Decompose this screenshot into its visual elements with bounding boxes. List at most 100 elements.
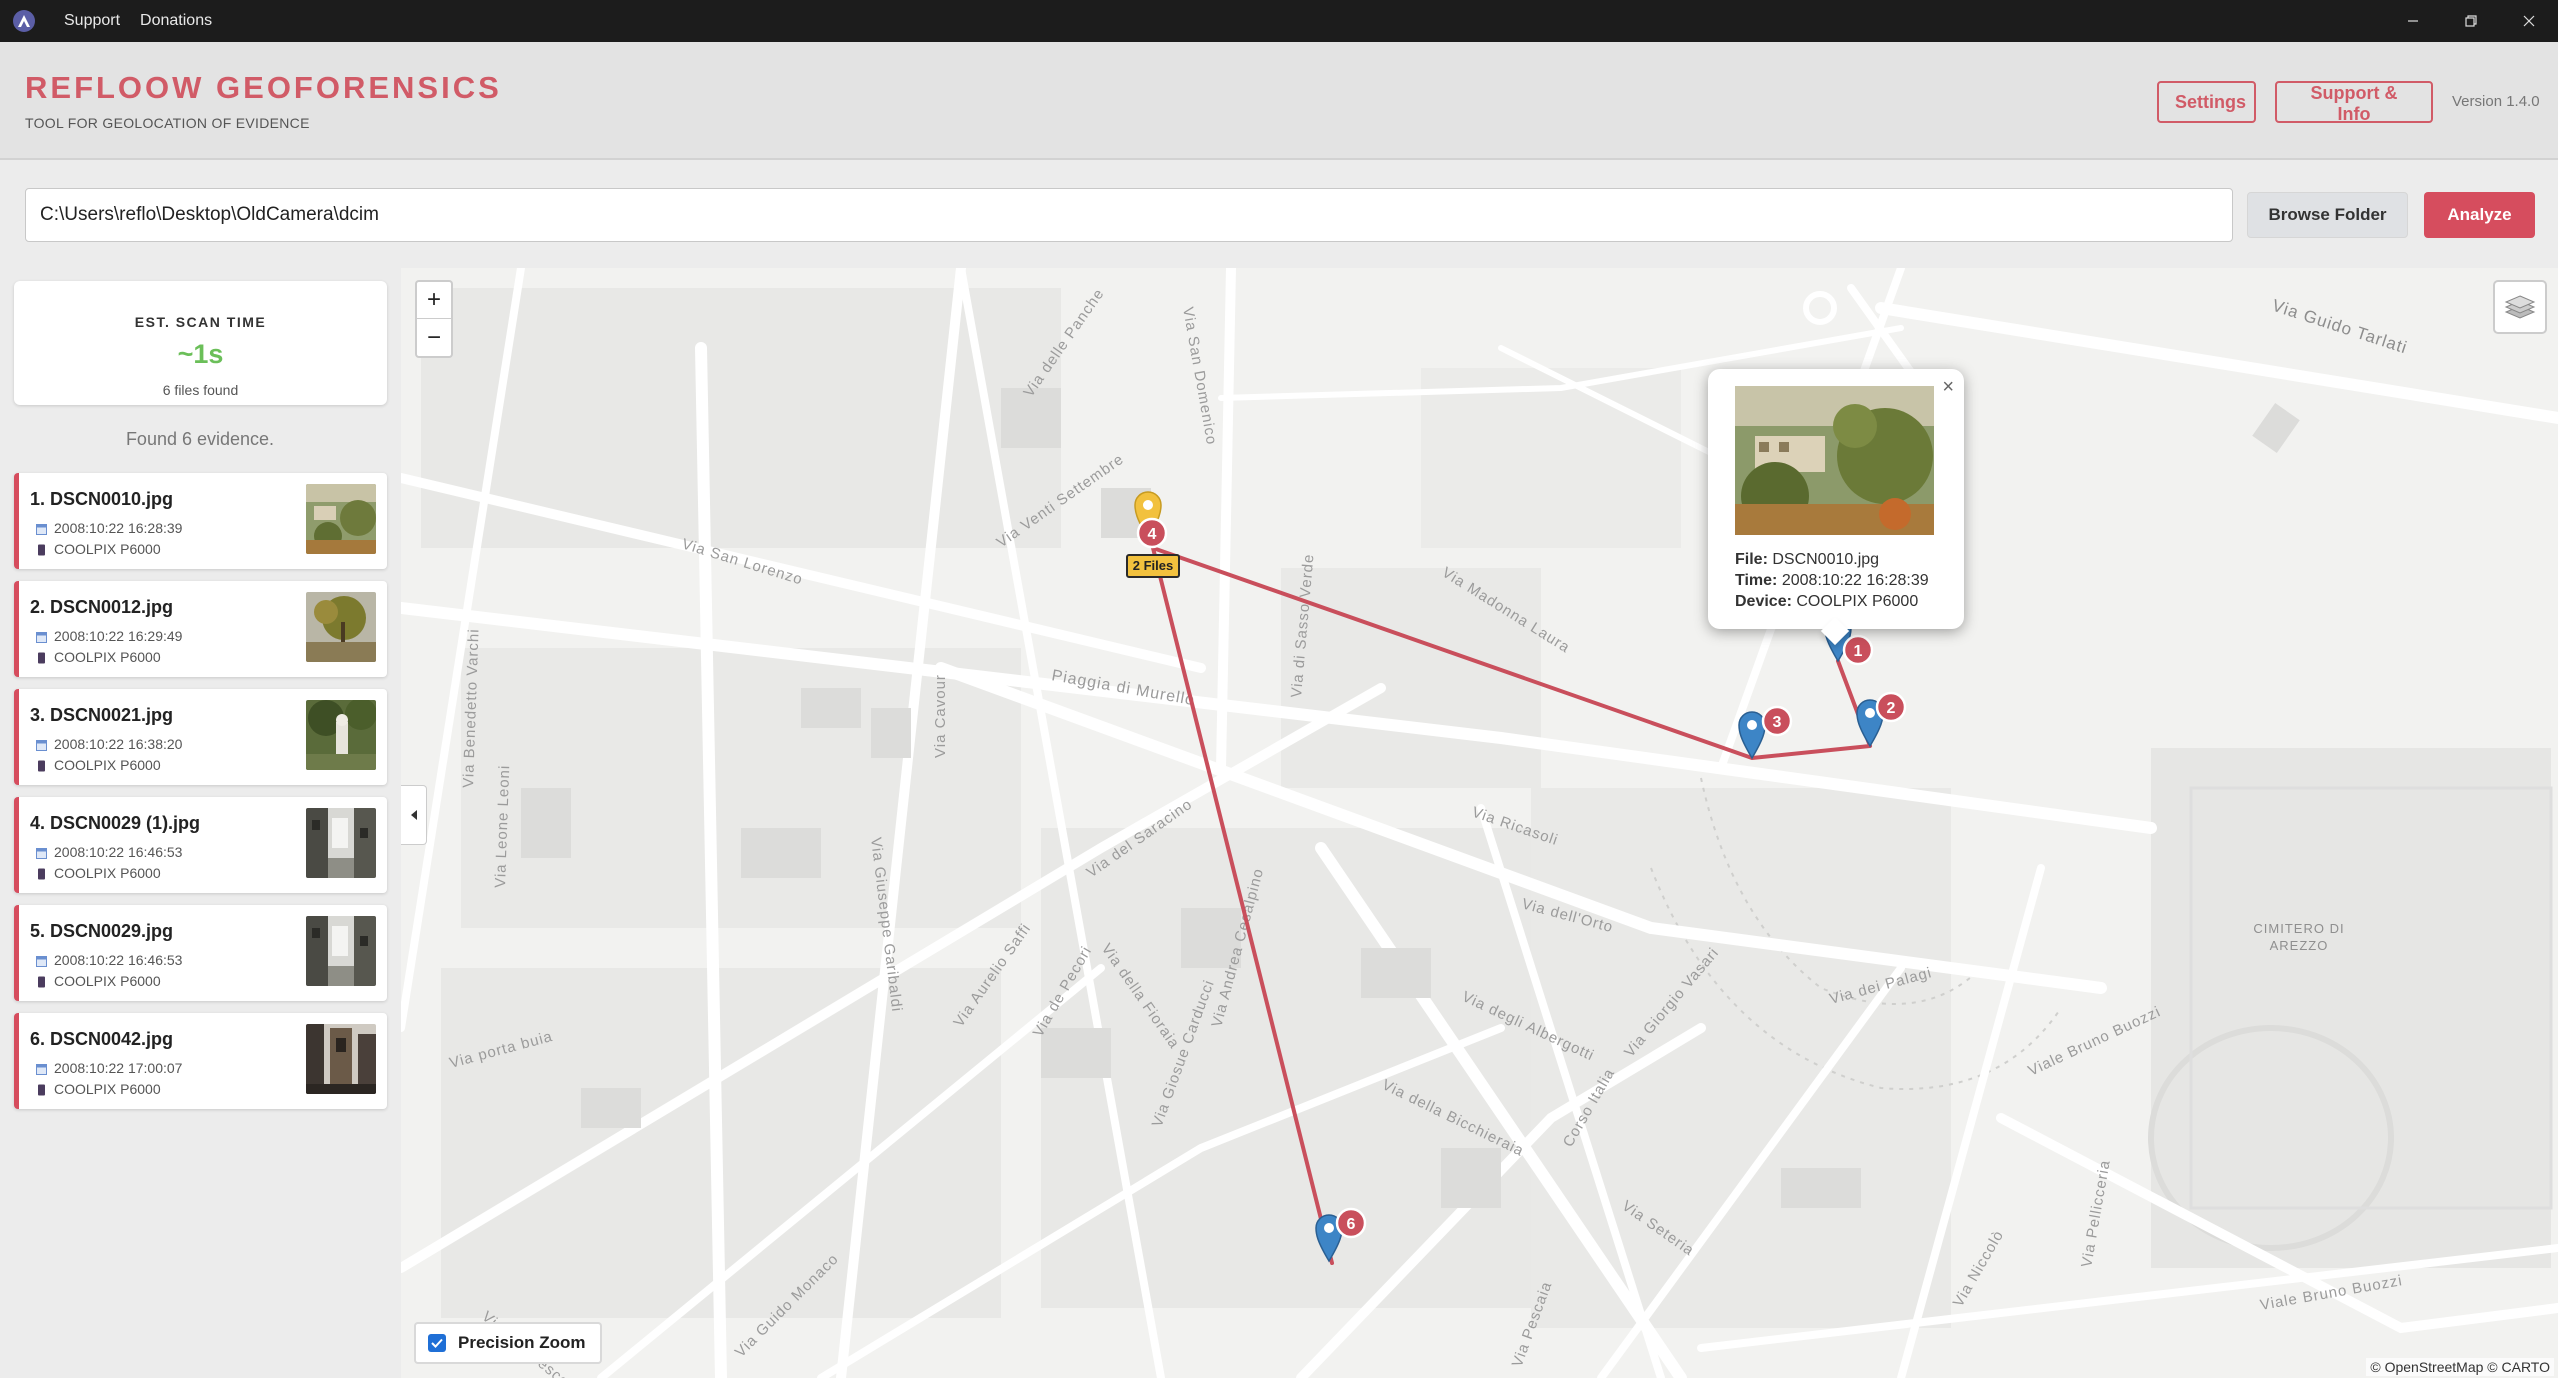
path-bar: Browse Folder Analyze (0, 160, 2558, 268)
zoom-out-button[interactable]: − (417, 319, 451, 356)
restore-icon (2465, 15, 2477, 27)
precision-zoom-toggle[interactable]: Precision Zoom (414, 1322, 602, 1364)
checkmark-icon (431, 1338, 443, 1348)
popup-time: 2008:10:22 16:28:39 (1781, 572, 1929, 589)
map-attribution[interactable]: © OpenStreetMap © CARTO (2366, 1358, 2554, 1376)
evidence-title: 6. DSCN0042.jpg (30, 1029, 174, 1049)
device-icon (36, 867, 47, 880)
evidence-thumbnail (306, 484, 376, 554)
evidence-date: 2008:10:22 16:28:39 (54, 520, 183, 536)
calendar-icon (36, 954, 47, 967)
evidence-device: COOLPIX P6000 (54, 865, 161, 881)
calendar-icon (36, 738, 47, 751)
analyze-button[interactable]: Analyze (2424, 192, 2535, 238)
calendar-icon (36, 630, 47, 643)
app-title: REFLOOW GEOFORENSICS (25, 70, 502, 105)
popup-device: COOLPIX P6000 (1796, 593, 1919, 610)
evidence-device: COOLPIX P6000 (54, 1081, 161, 1097)
popup-close-button[interactable]: × (1942, 376, 1954, 399)
scan-time-card: EST. SCAN TIME ~1s 6 files found (14, 281, 387, 405)
svg-text:AREZZO: AREZZO (2270, 938, 2329, 953)
popup-file-label: File: (1735, 551, 1768, 568)
evidence-date: 2008:10:22 16:29:49 (54, 628, 183, 644)
evidence-device: COOLPIX P6000 (54, 649, 161, 665)
evidence-list: 1. DSCN0010.jpg 2008:10:22 16:28:39 COOL… (14, 473, 387, 1121)
evidence-device: COOLPIX P6000 (54, 541, 161, 557)
calendar-icon (36, 522, 47, 535)
calendar-icon (36, 1062, 47, 1075)
files-found-count: 6 files found (162, 382, 239, 398)
evidence-thumbnail (306, 808, 376, 878)
evidence-title: 4. DSCN0029 (1).jpg (30, 813, 201, 833)
zoom-control: + − (415, 280, 453, 358)
evidence-title: 5. DSCN0029.jpg (30, 921, 174, 941)
menu-donations[interactable]: Donations (140, 12, 212, 30)
folder-path-input[interactable] (25, 188, 2233, 242)
version-label: Version 1.4.0 (2452, 93, 2540, 110)
evidence-item[interactable]: 3. DSCN0021.jpg 2008:10:22 16:38:20 COOL… (14, 689, 387, 785)
popup-device-label: Device: (1735, 593, 1792, 610)
popup-file: DSCN0010.jpg (1772, 551, 1880, 568)
svg-text:1: 1 (1854, 643, 1863, 660)
svg-text:Via Cavour: Via Cavour (932, 674, 949, 758)
minimize-button[interactable] (2384, 0, 2442, 42)
device-icon (36, 759, 47, 772)
evidence-date: 2008:10:22 16:38:20 (54, 736, 183, 752)
evidence-date: 2008:10:22 17:00:07 (54, 1060, 183, 1076)
evidence-date: 2008:10:22 16:46:53 (54, 844, 183, 860)
menu-support[interactable]: Support (64, 12, 120, 30)
evidence-item[interactable]: 1. DSCN0010.jpg 2008:10:22 16:28:39 COOL… (14, 473, 387, 569)
map-tiles: Via Guido Tarlati Via San Lorenzo Piaggi… (401, 268, 2558, 1378)
svg-text:4: 4 (1148, 526, 1157, 543)
close-window-button[interactable] (2500, 0, 2558, 42)
device-icon (36, 1083, 47, 1096)
evidence-count-text: Found 6 evidence. (125, 429, 275, 449)
settings-button[interactable]: Settings (2157, 81, 2256, 123)
evidence-item[interactable]: 6. DSCN0042.jpg 2008:10:22 17:00:07 COOL… (14, 1013, 387, 1109)
evidence-device: COOLPIX P6000 (54, 973, 161, 989)
device-icon (36, 975, 47, 988)
app-subtitle: TOOL FOR GEOLOCATION OF EVIDENCE (25, 115, 310, 131)
restore-button[interactable] (2442, 0, 2500, 42)
popup-photo (1735, 386, 1934, 535)
popup-time-label: Time: (1735, 572, 1778, 589)
evidence-sidebar: EST. SCAN TIME ~1s 6 files found Found 6… (0, 268, 400, 1378)
layers-button[interactable] (2493, 280, 2547, 334)
device-icon (36, 543, 47, 556)
chevron-left-icon (410, 810, 417, 820)
evidence-date: 2008:10:22 16:46:53 (54, 952, 183, 968)
evidence-item[interactable]: 4. DSCN0029 (1).jpg 2008:10:22 16:46:53 … (14, 797, 387, 893)
evidence-device: COOLPIX P6000 (54, 757, 161, 773)
precision-zoom-checkbox[interactable] (428, 1334, 446, 1352)
window-titlebar: Support Donations (0, 0, 2558, 42)
svg-text:3: 3 (1773, 714, 1782, 731)
evidence-thumbnail (306, 592, 376, 662)
minimize-icon (2408, 20, 2418, 22)
evidence-item[interactable]: 2. DSCN0012.jpg 2008:10:22 16:29:49 COOL… (14, 581, 387, 677)
device-icon (36, 651, 47, 664)
cluster-files-badge[interactable]: 2 Files (1126, 554, 1180, 578)
evidence-popup: × File: DSCN0010.jpg Time: 2008:10:22 16… (1708, 369, 1964, 646)
browse-folder-button[interactable]: Browse Folder (2247, 192, 2408, 238)
calendar-icon (36, 846, 47, 859)
app-header: REFLOOW GEOFORENSICS TOOL FOR GEOLOCATIO… (0, 42, 2558, 160)
evidence-title: 3. DSCN0021.jpg (30, 705, 174, 725)
support-info-button[interactable]: Support & Info (2275, 81, 2433, 124)
svg-text:6: 6 (1347, 1216, 1356, 1233)
close-icon (2523, 15, 2535, 27)
sidebar-collapse-button[interactable] (401, 785, 427, 845)
zoom-in-button[interactable]: + (417, 282, 451, 319)
scan-time-value: ~1s (177, 339, 224, 369)
map-view[interactable]: Via Guido Tarlati Via San Lorenzo Piaggi… (401, 268, 2558, 1378)
scan-time-label: EST. SCAN TIME (134, 314, 267, 330)
precision-zoom-label: Precision Zoom (458, 1333, 586, 1352)
evidence-title: 2. DSCN0012.jpg (30, 597, 174, 617)
svg-text:CIMITERO DI: CIMITERO DI (2253, 921, 2344, 936)
evidence-thumbnail (306, 1024, 376, 1094)
evidence-thumbnail (306, 916, 376, 986)
evidence-thumbnail (306, 700, 376, 770)
app-logo-icon (13, 10, 35, 32)
layers-icon (2504, 295, 2536, 319)
evidence-item[interactable]: 5. DSCN0029.jpg 2008:10:22 16:46:53 COOL… (14, 905, 387, 1001)
evidence-title: 1. DSCN0010.jpg (30, 489, 174, 509)
